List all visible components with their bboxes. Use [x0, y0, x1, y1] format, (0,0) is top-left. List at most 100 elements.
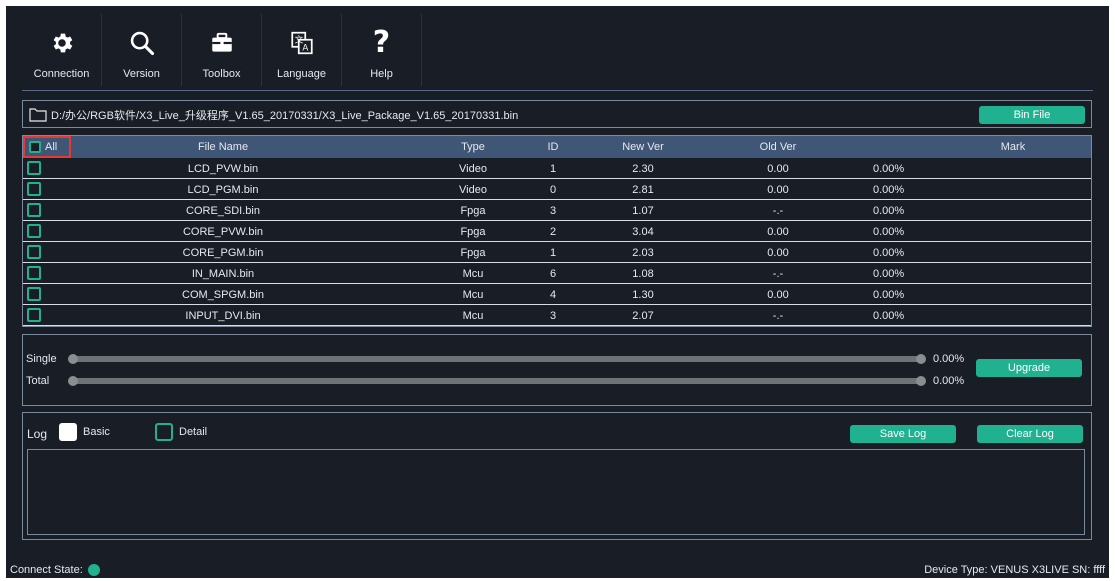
save-log-button[interactable]: Save Log	[850, 425, 956, 443]
table-row[interactable]: LCD_PVW.bin Video 1 2.30 0.00 0.00%	[23, 158, 1091, 179]
cell-new-ver: 1.07	[632, 205, 654, 217]
toolbar: Connection Version Toolbox 文A Language ?…	[22, 14, 422, 86]
single-progress-bar	[68, 354, 926, 364]
help-button[interactable]: ? Help	[342, 14, 422, 86]
progress-knob	[916, 354, 926, 364]
cell-type: Video	[459, 184, 487, 196]
cell-type: Mcu	[462, 289, 484, 301]
language-label: Language	[277, 68, 326, 80]
log-output-area[interactable]	[27, 449, 1085, 535]
cell-new-ver: 2.07	[632, 310, 654, 322]
cell-id: 3	[549, 205, 557, 217]
cell-file-name: COM_SPGM.bin	[182, 289, 264, 301]
detail-checkbox[interactable]	[155, 423, 173, 441]
cell-new-ver: 3.04	[632, 226, 654, 238]
log-title: Log	[27, 427, 48, 441]
cell-progress: 0.00%	[873, 268, 905, 280]
cell-type: Fpga	[460, 226, 486, 238]
detail-option[interactable]: Detail	[155, 423, 207, 441]
cell-file-name: IN_MAIN.bin	[191, 268, 255, 280]
total-label: Total	[26, 375, 50, 387]
language-icon: 文A	[285, 26, 319, 60]
clear-log-button[interactable]: Clear Log	[977, 425, 1083, 443]
upgrade-button[interactable]: Upgrade	[976, 359, 1082, 377]
cell-new-ver: 2.81	[632, 184, 654, 196]
bin-file-button[interactable]: Bin File	[979, 106, 1085, 124]
cell-old-ver: 0.00	[767, 289, 789, 301]
cell-type: Mcu	[462, 310, 484, 322]
cell-old-ver: -.-	[772, 205, 784, 217]
table-row[interactable]: IN_MAIN.bin Mcu 6 1.08 -.- 0.00%	[23, 263, 1091, 284]
cell-progress: 0.00%	[873, 226, 905, 238]
row-checkbox[interactable]	[27, 224, 41, 238]
cell-id: 0	[549, 184, 557, 196]
cell-type: Mcu	[462, 268, 484, 280]
version-button[interactable]: Version	[102, 14, 182, 86]
cell-id: 1	[549, 163, 557, 175]
connect-state-label: Connect State:	[10, 564, 83, 576]
cell-progress: 0.00%	[873, 163, 905, 175]
basic-checkbox[interactable]	[59, 423, 77, 441]
select-all-checkbox[interactable]: All	[23, 136, 71, 158]
cell-type: Fpga	[460, 205, 486, 217]
toolbox-button[interactable]: Toolbox	[182, 14, 262, 86]
toolbox-label: Toolbox	[202, 68, 241, 80]
table-body: LCD_PVW.bin Video 1 2.30 0.00 0.00% LCD_PGM.bi…	[23, 158, 1091, 326]
row-checkbox[interactable]	[27, 161, 41, 175]
basic-label: Basic	[83, 426, 110, 438]
toolbar-divider	[22, 90, 1093, 91]
header-file-name: File Name	[197, 141, 249, 153]
all-label: All	[45, 141, 58, 153]
cell-old-ver: 0.00	[767, 163, 789, 175]
checkbox-icon	[29, 141, 41, 153]
cell-new-ver: 2.03	[632, 247, 654, 259]
table-row[interactable]: CORE_PGM.bin Fpga 1 2.03 0.00 0.00%	[23, 242, 1091, 263]
table-row[interactable]: LCD_PGM.bin Video 0 2.81 0.00 0.00%	[23, 179, 1091, 200]
folder-icon[interactable]	[29, 106, 47, 127]
table-row[interactable]: INPUT_DVI.bin Mcu 3 2.07 -.- 0.00%	[23, 305, 1091, 326]
total-progress-bar	[68, 376, 926, 386]
app-window: Connection Version Toolbox 文A Language ?…	[6, 6, 1109, 578]
cell-file-name: LCD_PGM.bin	[187, 184, 259, 196]
row-checkbox[interactable]	[27, 245, 41, 259]
progress-knob	[68, 376, 78, 386]
header-mark: Mark	[1000, 141, 1026, 153]
device-info: Device Type: VENUS X3LIVE SN: ffff	[924, 564, 1105, 576]
cell-file-name: CORE_PGM.bin	[182, 247, 264, 259]
cell-file-name: CORE_SDI.bin	[186, 205, 260, 217]
connection-button[interactable]: Connection	[22, 14, 102, 86]
cell-new-ver: 2.30	[632, 163, 654, 175]
progress-knob	[916, 376, 926, 386]
cell-progress: 0.00%	[873, 205, 905, 217]
table-row[interactable]: CORE_SDI.bin Fpga 3 1.07 -.- 0.00%	[23, 200, 1091, 221]
toolbox-icon	[205, 26, 239, 60]
help-icon: ?	[372, 25, 391, 60]
cell-id: 6	[549, 268, 557, 280]
row-checkbox[interactable]	[27, 266, 41, 280]
cell-new-ver: 1.30	[632, 289, 654, 301]
row-checkbox[interactable]	[27, 308, 41, 322]
progress-knob	[68, 354, 78, 364]
cell-progress: 0.00%	[873, 247, 905, 259]
search-icon	[125, 26, 159, 60]
table-row[interactable]: CORE_PVW.bin Fpga 2 3.04 0.00 0.00%	[23, 221, 1091, 242]
file-path-text: D:/办公/RGB软件/X3_Live_升级程序_V1.65_20170331/…	[51, 110, 519, 122]
svg-text:A: A	[302, 44, 308, 54]
progress-panel: Single 0.00% Total 0.00% Upgrade	[22, 334, 1092, 406]
single-label: Single	[26, 353, 57, 365]
single-progress-value: 0.00%	[933, 353, 965, 365]
language-button[interactable]: 文A Language	[262, 14, 342, 86]
cell-file-name: INPUT_DVI.bin	[185, 310, 261, 322]
table-header: All File Name Type ID New Ver Old Ver Ma…	[23, 136, 1091, 158]
basic-option[interactable]: Basic	[59, 423, 110, 441]
cell-old-ver: 0.00	[767, 184, 789, 196]
gear-icon	[45, 26, 79, 60]
cell-progress: 0.00%	[873, 310, 905, 322]
table-row[interactable]: COM_SPGM.bin Mcu 4 1.30 0.00 0.00%	[23, 284, 1091, 305]
row-checkbox[interactable]	[27, 203, 41, 217]
row-checkbox[interactable]	[27, 287, 41, 301]
cell-type: Fpga	[460, 247, 486, 259]
total-progress-value: 0.00%	[933, 375, 965, 387]
row-checkbox[interactable]	[27, 182, 41, 196]
cell-file-name: CORE_PVW.bin	[182, 226, 264, 238]
